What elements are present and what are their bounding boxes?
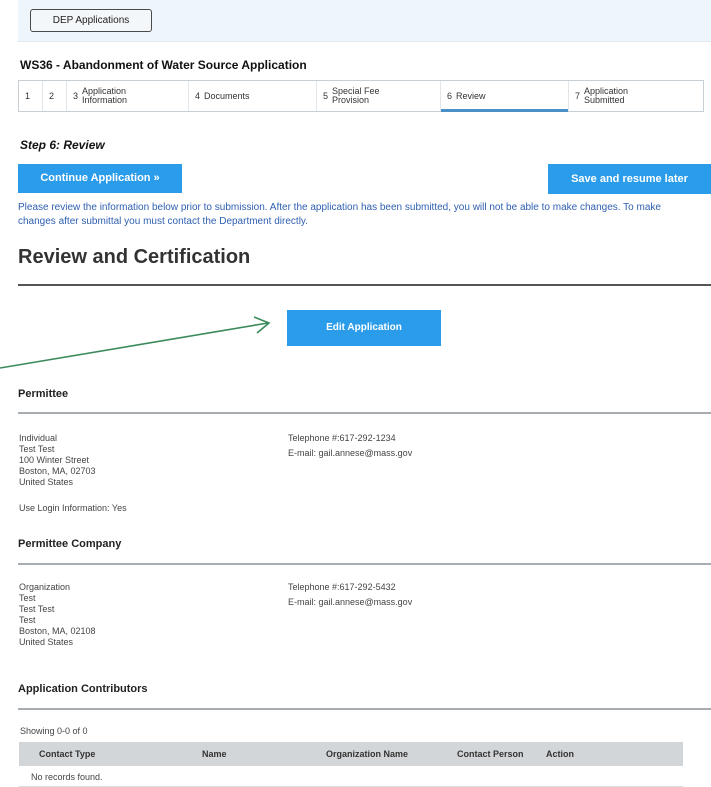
- company-email: E-mail: gail.annese@mass.gov: [288, 597, 413, 607]
- step-label: Review: [456, 90, 486, 101]
- permittee-country: United States: [19, 477, 74, 487]
- no-records-message: No records found.: [19, 766, 683, 787]
- permittee-city: Boston, MA, 02703: [19, 466, 96, 476]
- dep-applications-button[interactable]: DEP Applications: [30, 9, 152, 32]
- use-login-info: Use Login Information: Yes: [19, 503, 127, 513]
- company-address: Organization Test Test Test Test Boston,…: [19, 582, 96, 648]
- company-telephone: Telephone #:617-292-5432: [288, 582, 396, 592]
- application-title: WS36 - Abandonment of Water Source Appli…: [20, 58, 307, 72]
- step-number: 7: [575, 91, 581, 101]
- edit-application-button[interactable]: Edit Application: [287, 310, 441, 346]
- step-number: 2: [49, 91, 55, 101]
- col-action: Action: [546, 749, 574, 759]
- step-6-current[interactable]: 6 Review: [441, 81, 569, 112]
- company-city: Boston, MA, 02108: [19, 626, 96, 636]
- step-label: Documents: [204, 90, 250, 101]
- permittee-email: E-mail: gail.annese@mass.gov: [288, 448, 413, 458]
- col-contact-type[interactable]: Contact Type: [39, 749, 95, 759]
- company-line2: Test Test: [19, 604, 55, 614]
- company-contact: Telephone #:617-292-5432 E-mail: gail.an…: [288, 582, 412, 608]
- permittee-contact: Telephone #:617-292-1234 E-mail: gail.an…: [288, 433, 412, 459]
- col-name[interactable]: Name: [202, 749, 227, 759]
- step-number: 1: [25, 91, 31, 101]
- permittee-telephone: Telephone #:617-292-1234: [288, 433, 396, 443]
- permittee-street: 100 Winter Street: [19, 455, 90, 465]
- step-title: Step 6: Review: [20, 138, 105, 152]
- divider: [18, 412, 711, 414]
- step-progress-bar: 1 2 3 Application Information 4 Document…: [18, 80, 704, 112]
- step-number: 5: [323, 91, 329, 101]
- permittee-company-heading: Permittee Company: [18, 538, 122, 550]
- review-notice: Please review the information below prio…: [18, 202, 661, 227]
- step-number: 3: [73, 91, 79, 101]
- step-3[interactable]: 3 Application Information: [67, 81, 189, 111]
- company-line3: Test: [19, 615, 36, 625]
- step-number: 6: [447, 91, 453, 101]
- step-label: Application Submitted: [584, 86, 629, 105]
- step-label: Application Information: [82, 86, 128, 105]
- step-7[interactable]: 7 Application Submitted: [569, 81, 703, 111]
- permittee-name: Test Test: [19, 444, 55, 454]
- company-line1: Test: [19, 593, 36, 603]
- review-heading: Review and Certification: [18, 246, 251, 268]
- divider: [18, 284, 711, 286]
- step-4[interactable]: 4 Documents: [189, 81, 317, 111]
- permittee-address: Individual Test Test 100 Winter Street B…: [19, 433, 96, 488]
- save-and-resume-button[interactable]: Save and resume later: [548, 164, 711, 194]
- divider: [18, 563, 711, 565]
- divider: [18, 708, 711, 710]
- company-country: United States: [19, 637, 74, 647]
- permittee-heading: Permittee: [18, 388, 69, 400]
- contributors-table-header: Contact Type Name Organization Name Cont…: [19, 742, 683, 766]
- annotation-arrow-icon: [0, 316, 271, 369]
- contributors-heading: Application Contributors: [18, 683, 148, 695]
- step-label: Special Fee Provision: [332, 86, 380, 105]
- company-type: Organization: [19, 582, 71, 592]
- step-number: 4: [195, 91, 201, 101]
- col-organization-name[interactable]: Organization Name: [326, 749, 408, 759]
- continue-application-button[interactable]: Continue Application »: [18, 164, 182, 193]
- col-contact-person[interactable]: Contact Person: [457, 749, 524, 759]
- top-bar: DEP Applications: [18, 0, 711, 42]
- showing-count: Showing 0-0 of 0: [20, 726, 88, 736]
- permittee-type: Individual: [19, 433, 58, 443]
- step-1[interactable]: 1: [19, 81, 43, 111]
- step-2[interactable]: 2: [43, 81, 67, 111]
- step-5[interactable]: 5 Special Fee Provision: [317, 81, 441, 111]
